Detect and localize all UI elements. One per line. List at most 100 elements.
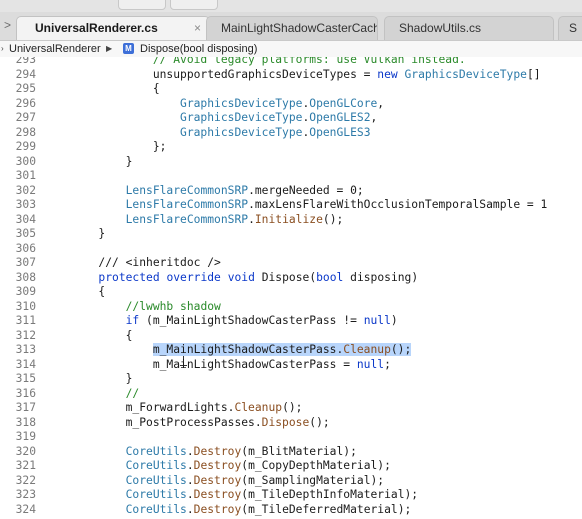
code-line[interactable]: 302 LensFlareCommonSRP.mergeNeeded = 0; xyxy=(0,184,582,199)
code-line[interactable]: 294 unsupportedGraphicsDeviceTypes = new… xyxy=(0,68,582,83)
code-token: Dispose( xyxy=(254,270,317,284)
toolbar-button[interactable] xyxy=(170,0,218,10)
code-line[interactable]: 304 LensFlareCommonSRP.Initialize(); xyxy=(0,213,582,228)
code-token: . xyxy=(186,444,194,458)
tab-shadow-utils[interactable]: ShadowUtils.cs xyxy=(384,16,554,40)
method-icon: M xyxy=(123,43,134,54)
line-number: 310 xyxy=(15,299,36,313)
code-line[interactable]: 297 GraphicsDeviceType.OpenGLES2, xyxy=(0,111,582,126)
line-number: 301 xyxy=(15,169,36,182)
line-number: 312 xyxy=(15,328,36,342)
tab-main-light-shadow-caster-cache[interactable]: MainLightShadowCasterCache xyxy=(206,16,378,40)
code-text: GraphicsDeviceType.OpenGLES3 xyxy=(44,126,370,141)
toolbar-button[interactable] xyxy=(118,0,166,10)
breadcrumb-method[interactable]: Dispose(bool disposing) xyxy=(140,41,257,57)
code-text: } xyxy=(44,227,105,242)
code-text: LensFlareCommonSRP.mergeNeeded = 0; xyxy=(44,184,364,199)
line-number: 318 xyxy=(15,415,36,429)
code-line[interactable]: 312 { xyxy=(0,329,582,344)
code-line[interactable]: 296 GraphicsDeviceType.OpenGLCore, xyxy=(0,97,582,112)
code-token: Destroy xyxy=(193,459,242,472)
code-text: // Avoid legacy platforms: use Vulkan in… xyxy=(44,57,466,68)
code-line[interactable]: 308 protected override void Dispose(bool… xyxy=(0,271,582,286)
code-line[interactable]: 324 CoreUtils.Destroy(m_TileDeferredMate… xyxy=(0,503,582,518)
breadcrumb: › UniversalRenderer ▶ M Dispose(bool dis… xyxy=(0,41,582,58)
code-text: // xyxy=(44,387,140,402)
line-number: 308 xyxy=(15,270,36,284)
code-token: (m_BlitMaterial); xyxy=(241,444,357,458)
code-line[interactable]: 310 //lwwhb shadow xyxy=(0,300,582,315)
line-number: 306 xyxy=(15,241,36,255)
code-line[interactable]: 316 // xyxy=(0,387,582,402)
code-line[interactable]: 300 } xyxy=(0,155,582,170)
code-text: LensFlareCommonSRP.maxLensFlareWithOcclu… xyxy=(44,198,548,213)
line-number: 307 xyxy=(15,256,36,269)
line-number: 303 xyxy=(15,198,36,211)
code-text: } xyxy=(44,154,133,170)
tab-overflow[interactable]: S xyxy=(558,16,582,40)
code-token: CoreUtils xyxy=(125,444,187,458)
code-token: Destroy xyxy=(193,473,242,487)
code-text: protected override void Dispose(bool dis… xyxy=(44,271,418,286)
breadcrumb-class[interactable]: UniversalRenderer xyxy=(9,41,101,57)
code-text: } xyxy=(44,372,133,387)
code-text: CoreUtils.Destroy(m_BlitMaterial); xyxy=(44,445,357,460)
code-text: /// <inheritdoc /> xyxy=(44,256,220,271)
line-number: 293 xyxy=(15,57,36,66)
code-line[interactable]: 313 m_MainLightShadowCasterPass.Cleanup(… xyxy=(0,343,582,358)
code-token: (m_TileDeferredMaterial); xyxy=(241,502,412,516)
code-token: . xyxy=(186,488,194,501)
line-number: 315 xyxy=(15,372,36,385)
code-line[interactable]: 323 CoreUtils.Destroy(m_TileDepthInfoMat… xyxy=(0,488,582,503)
code-line[interactable]: 298 GraphicsDeviceType.OpenGLES3 xyxy=(0,126,582,141)
code-line[interactable]: 319 xyxy=(0,430,582,445)
code-line[interactable]: 299 }; xyxy=(0,140,582,155)
code-token: protected xyxy=(98,270,160,284)
code-line[interactable]: 314 m_MainLightShadowCasterPass = null; xyxy=(0,358,582,373)
code-line[interactable]: 295 { xyxy=(0,82,582,97)
code-line[interactable]: 301 xyxy=(0,169,582,184)
code-token: OpenGLCore xyxy=(309,96,378,110)
code-token: OpenGLES2 xyxy=(309,111,371,124)
line-number: 314 xyxy=(15,357,36,371)
line-number: 297 xyxy=(15,111,36,124)
code-line[interactable]: 303 LensFlareCommonSRP.maxLensFlareWithO… xyxy=(0,198,582,213)
line-number: 299 xyxy=(15,140,36,153)
code-line[interactable]: 307 /// <inheritdoc /> xyxy=(0,256,582,271)
code-token: { xyxy=(125,328,133,342)
tab-scroll-left-icon[interactable]: > xyxy=(4,18,11,32)
code-line[interactable]: 321 CoreUtils.Destroy(m_CopyDepthMateria… xyxy=(0,459,582,474)
code-token: disposing) xyxy=(343,270,419,284)
code-token: bool xyxy=(316,270,344,284)
code-line[interactable]: 318 m_PostProcessPasses.Dispose(); xyxy=(0,416,582,431)
code-line[interactable]: 293 // Avoid legacy platforms: use Vulka… xyxy=(0,57,582,68)
code-token: Cleanup xyxy=(343,343,391,356)
breadcrumb-chevron-icon: › xyxy=(1,44,4,53)
code-token: void xyxy=(227,270,255,284)
code-token: Dispose xyxy=(261,415,310,429)
code-token: . xyxy=(248,212,255,226)
code-line[interactable]: 309 { xyxy=(0,285,582,300)
code-token: { xyxy=(98,285,106,298)
code-line[interactable]: 320 CoreUtils.Destroy(m_BlitMaterial); xyxy=(0,445,582,460)
code-token: (); xyxy=(282,401,303,414)
line-number: 321 xyxy=(15,459,36,472)
code-line[interactable]: 317 m_ForwardLights.Cleanup(); xyxy=(0,401,582,416)
code-editor[interactable]: 293 // Avoid legacy platforms: use Vulka… xyxy=(0,57,582,519)
code-token: GraphicsDeviceType xyxy=(404,67,527,81)
code-line[interactable]: 305 } xyxy=(0,227,582,242)
code-line[interactable]: 315 } xyxy=(0,372,582,387)
code-token: } xyxy=(125,154,133,168)
code-token: (m_CopyDepthMaterial); xyxy=(241,459,391,472)
code-token: m_MainLightShadowCasterPass = xyxy=(152,357,357,371)
code-line[interactable]: 306 xyxy=(0,242,582,257)
code-token: (m_MainLightShadowCasterPass != xyxy=(139,314,364,327)
code-line[interactable]: 311 if (m_MainLightShadowCasterPass != n… xyxy=(0,314,582,329)
code-line[interactable]: 322 CoreUtils.Destroy(m_SamplingMaterial… xyxy=(0,474,582,489)
close-icon[interactable]: × xyxy=(194,17,201,40)
code-token: new xyxy=(377,67,398,81)
code-text: CoreUtils.Destroy(m_TileDepthInfoMateria… xyxy=(44,488,418,503)
code-token: (); xyxy=(390,343,412,356)
tab-universal-renderer[interactable]: UniversalRenderer.cs × xyxy=(16,16,210,40)
